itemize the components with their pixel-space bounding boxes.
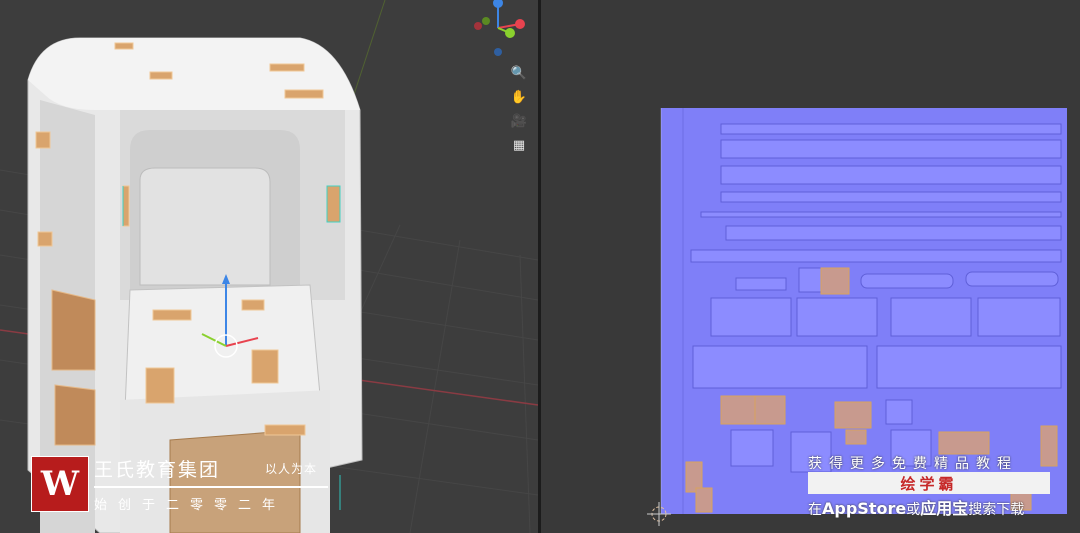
advert-download-hint: 在AppStore或应用宝搜索下载 — [808, 495, 1024, 519]
zoom-icon[interactable]: 🔍 — [508, 62, 530, 84]
advert-brand: 绘学霸 — [808, 472, 1050, 494]
viewport-grid — [0, 0, 538, 533]
watermark-motto: 以人为本 — [265, 462, 318, 476]
camera-icon[interactable]: 🎥 — [508, 110, 530, 132]
advert-app-name: 应用宝 — [920, 499, 969, 518]
advert-appstore: AppStore — [822, 499, 907, 518]
advert-text-suffix: 搜索下载 — [968, 502, 1025, 518]
navigation-gizmo — [474, 0, 525, 56]
3d-viewport[interactable]: 🔍 ✋ 🎥 ▦ W 王氏教育集团 以人为本 始创于二零零二年 — [0, 0, 538, 533]
watermark-divider — [94, 486, 328, 488]
advert-headline: 获得更多免费精品教程 — [808, 456, 1018, 472]
advert-text-or: 或 — [906, 502, 921, 518]
watermark-title: 王氏教育集团 — [94, 459, 221, 481]
advert-text-prefix: 在 — [808, 502, 822, 518]
pan-hand-icon[interactable]: ✋ — [508, 86, 530, 108]
watermark-subtitle: 始创于二零零二年 — [94, 498, 287, 513]
wangshi-logo: W — [31, 456, 89, 512]
viewport-navigation-tools: 🔍 ✋ 🎥 ▦ — [508, 60, 534, 158]
perspective-grid-icon[interactable]: ▦ — [508, 134, 530, 156]
